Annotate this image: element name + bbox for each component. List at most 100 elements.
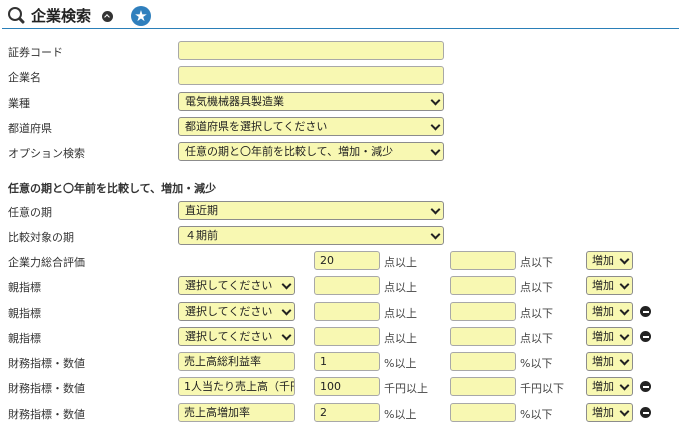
header-divider: [2, 28, 679, 29]
max-value-input[interactable]: [450, 276, 516, 295]
indicator-select-value: 選択してください: [185, 305, 273, 318]
chevron-down-icon: [281, 330, 292, 341]
direction-select[interactable]: 増加: [586, 302, 633, 321]
chevron-down-icon: [619, 330, 630, 341]
option-search-select[interactable]: 任意の期と〇年前を比較して、増加・減少: [178, 142, 444, 161]
chevron-down-icon: [281, 305, 292, 316]
remove-row-icon[interactable]: [640, 407, 651, 418]
prefecture-label: 都道府県: [8, 122, 52, 135]
indicator-select-value: 選択してください: [185, 279, 273, 292]
max-unit-label: 点以下: [520, 332, 553, 345]
chevron-down-icon: [430, 120, 441, 131]
min-unit-label: %以上: [384, 408, 417, 421]
period-select[interactable]: 直近期: [178, 201, 444, 220]
min-value-input[interactable]: [314, 302, 380, 321]
period-label: 任意の期: [8, 206, 52, 219]
min-unit-label: 点以上: [384, 256, 417, 269]
max-unit-label: 点以下: [520, 281, 553, 294]
option-search-select-value: 任意の期と〇年前を比較して、増加・減少: [185, 145, 394, 158]
min-unit-label: 点以上: [384, 332, 417, 345]
direction-select[interactable]: 増加: [586, 276, 633, 295]
min-value-input[interactable]: [314, 276, 380, 295]
indicator-select[interactable]: 選択してください: [178, 302, 295, 321]
max-unit-label: 点以下: [520, 256, 553, 269]
direction-select-value: 増加: [592, 305, 614, 318]
securities-code-label: 証券コード: [8, 46, 63, 59]
chevron-down-icon: [619, 254, 630, 265]
collapse-icon[interactable]: [102, 11, 113, 22]
direction-select[interactable]: 増加: [586, 352, 633, 371]
chevron-down-icon: [619, 305, 630, 316]
direction-select-value: 増加: [592, 406, 614, 419]
compare-period-select[interactable]: ４期前: [178, 226, 444, 245]
indicator-field[interactable]: 1人当たり売上高（千円）: [178, 377, 295, 396]
company-name-label: 企業名: [8, 71, 41, 84]
direction-select[interactable]: 増加: [586, 377, 633, 396]
chevron-down-icon: [430, 229, 441, 240]
indicator-field[interactable]: 売上高増加率: [178, 403, 295, 422]
min-value-input[interactable]: 2: [314, 403, 380, 422]
criteria-label: 財務指標・数値: [8, 357, 85, 370]
max-unit-label: 点以下: [520, 307, 553, 320]
max-unit-label: %以下: [520, 357, 553, 370]
industry-select-value: 電気機械器具製造業: [185, 95, 284, 108]
criteria-label: 企業力総合評価: [8, 256, 85, 269]
direction-select-value: 増加: [592, 330, 614, 343]
criteria-label: 財務指標・数値: [8, 408, 85, 421]
remove-row-icon[interactable]: [640, 381, 651, 392]
industry-label: 業種: [8, 97, 30, 110]
chevron-down-icon: [430, 145, 441, 156]
direction-select[interactable]: 増加: [586, 251, 633, 270]
period-select-value: 直近期: [185, 204, 218, 217]
star-icon[interactable]: ★: [131, 6, 151, 26]
criteria-label: 財務指標・数値: [8, 382, 85, 395]
remove-row-icon[interactable]: [640, 331, 651, 342]
chevron-down-icon: [281, 279, 292, 290]
chevron-down-icon: [430, 204, 441, 215]
direction-select[interactable]: 増加: [586, 403, 633, 422]
max-value-input[interactable]: [450, 377, 516, 396]
direction-select-value: 増加: [592, 355, 614, 368]
max-unit-label: 千円以下: [520, 382, 564, 395]
chevron-down-icon: [619, 355, 630, 366]
chevron-down-icon: [619, 279, 630, 290]
indicator-select[interactable]: 選択してください: [178, 276, 295, 295]
min-value-input[interactable]: 1: [314, 352, 380, 371]
prefecture-select-value: 都道府県を選択してください: [185, 120, 328, 133]
company-name-input[interactable]: [178, 66, 444, 85]
prefecture-select[interactable]: 都道府県を選択してください: [178, 117, 444, 136]
max-value-input[interactable]: [450, 352, 516, 371]
direction-select[interactable]: 増加: [586, 327, 633, 346]
min-unit-label: 千円以上: [384, 382, 428, 395]
securities-code-input[interactable]: [178, 41, 444, 60]
direction-select-value: 増加: [592, 380, 614, 393]
direction-select-value: 増加: [592, 254, 614, 267]
direction-select-value: 増加: [592, 279, 614, 292]
compare-period-label: 比較対象の期: [8, 231, 74, 244]
min-unit-label: 点以上: [384, 281, 417, 294]
min-unit-label: %以上: [384, 357, 417, 370]
max-value-input[interactable]: [450, 403, 516, 422]
min-unit-label: 点以上: [384, 307, 417, 320]
max-value-input[interactable]: [450, 327, 516, 346]
search-icon: [8, 7, 22, 21]
page-title: 企業検索: [31, 7, 92, 25]
industry-select[interactable]: 電気機械器具製造業: [178, 92, 444, 111]
max-value-input[interactable]: [450, 302, 516, 321]
max-value-input[interactable]: [450, 251, 516, 270]
max-unit-label: %以下: [520, 408, 553, 421]
chevron-down-icon: [619, 380, 630, 391]
criteria-label: 親指標: [8, 332, 41, 345]
indicator-select[interactable]: 選択してください: [178, 327, 295, 346]
min-value-input[interactable]: 100: [314, 377, 380, 396]
chevron-down-icon: [619, 406, 630, 417]
chevron-down-icon: [430, 95, 441, 106]
min-value-input[interactable]: 20: [314, 251, 380, 270]
remove-row-icon[interactable]: [640, 306, 651, 317]
compare-period-select-value: ４期前: [185, 229, 218, 242]
indicator-select-value: 選択してください: [185, 330, 273, 343]
min-value-input[interactable]: [314, 327, 380, 346]
option-search-label: オプション検索: [8, 147, 85, 160]
indicator-field[interactable]: 売上高総利益率: [178, 352, 295, 371]
criteria-label: 親指標: [8, 281, 41, 294]
